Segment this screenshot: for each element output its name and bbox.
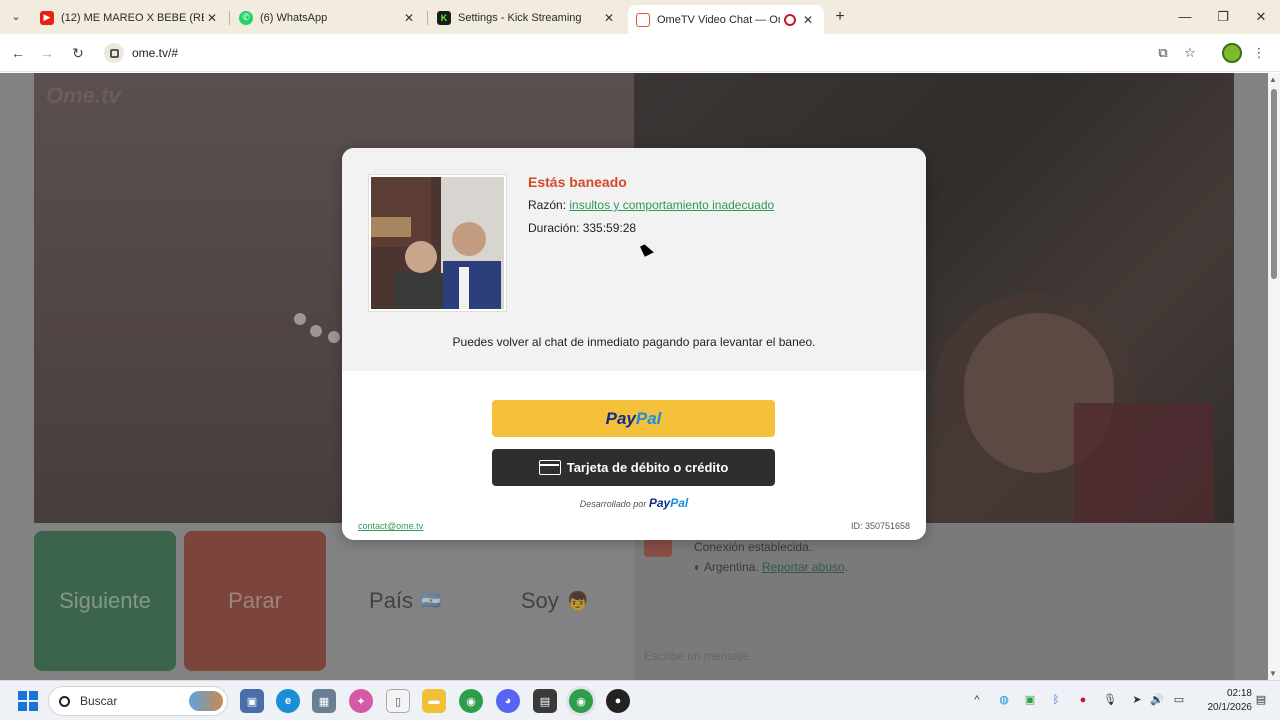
whatsapp-icon: ✆ bbox=[239, 10, 253, 25]
search-label: Buscar bbox=[80, 694, 118, 708]
ban-id: ID: 350751658 bbox=[850, 521, 910, 531]
profile-avatar[interactable] bbox=[1222, 43, 1242, 63]
search-highlight-icon bbox=[189, 691, 223, 711]
install-app-icon[interactable]: ⧉ bbox=[1152, 42, 1174, 64]
reason-link[interactable]: insultos y comportamiento inadecuado bbox=[569, 198, 774, 212]
search-icon bbox=[59, 695, 70, 707]
tab-ometv[interactable]: OmeTV Video Chat — Ome ✕ bbox=[628, 5, 824, 34]
ban-reason: Razón: insultos y comportamiento inadecu… bbox=[528, 198, 774, 212]
copilot-icon[interactable]: ✦ bbox=[349, 689, 373, 713]
nvidia-icon[interactable]: ▣ bbox=[1021, 691, 1039, 709]
edge-browser-icon[interactable]: e bbox=[276, 689, 300, 713]
chrome-icon[interactable]: ◉ bbox=[459, 689, 483, 713]
powered-by-text: Desarrollado por bbox=[579, 499, 647, 509]
tray-red-icon[interactable]: ● bbox=[1074, 691, 1092, 709]
forward-button[interactable]: → bbox=[36, 42, 58, 64]
powered-paypal-pay: Pay bbox=[648, 496, 671, 510]
tab-kick[interactable]: K Settings - Kick Streaming ✕ bbox=[429, 5, 625, 30]
tab-title: (6) WhatsApp bbox=[260, 11, 328, 24]
ban-duration: Duración: 335:59:28 bbox=[528, 221, 636, 235]
duration-label: Duración: bbox=[528, 221, 580, 235]
discord-icon[interactable]: ◕ bbox=[496, 689, 520, 713]
new-tab-button[interactable]: + bbox=[830, 7, 850, 27]
close-window-button[interactable]: ✕ bbox=[1242, 6, 1280, 28]
tab-title: OmeTV Video Chat — Ome bbox=[657, 13, 780, 26]
clock-date: 20/1/2026 bbox=[1207, 702, 1253, 713]
browser-toolbar: ← → ↻ ome.tv/# ⧉ ☆ ⋮ bbox=[0, 34, 1280, 72]
youtube-icon: ▶ bbox=[40, 10, 54, 25]
powered-paypal-pal: Pal bbox=[670, 496, 689, 510]
card-payment-button[interactable]: Tarjeta de débito o crédito bbox=[492, 449, 775, 486]
obs-capture-icon[interactable]: ▤ bbox=[533, 689, 557, 713]
contact-email-link[interactable]: contact@ome.tv bbox=[358, 521, 423, 531]
bookmark-star-icon[interactable]: ☆ bbox=[1179, 42, 1201, 64]
notepad-icon[interactable]: ▯ bbox=[386, 689, 410, 713]
tab-youtube[interactable]: ▶ (12) ME MAREO X BEBE (REMIX ✕ bbox=[32, 5, 228, 30]
close-tab-icon[interactable]: ✕ bbox=[800, 13, 816, 27]
windows-taskbar: Buscar ▣ e ▦ ✦ ▯ ▬ ◉ ◕ ▤ ◉ ● ^ ◍ ▣ ᛒ ● 🎙… bbox=[0, 680, 1280, 720]
kick-icon: K bbox=[437, 10, 451, 25]
clock-time: 02:18 bbox=[1226, 688, 1252, 699]
ban-modal: Estás baneado Razón: insultos y comporta… bbox=[342, 148, 926, 540]
file-explorer-icon[interactable]: ▬ bbox=[422, 689, 446, 713]
paypal-button[interactable]: Pay Pal bbox=[492, 400, 775, 437]
ometv-icon bbox=[636, 12, 650, 27]
tab-whatsapp[interactable]: ✆ (6) WhatsApp ✕ bbox=[231, 5, 425, 30]
bluetooth-icon[interactable]: ᛒ bbox=[1047, 691, 1065, 709]
back-button[interactable]: ← bbox=[7, 42, 29, 64]
powered-by-paypal: Desarrollado por PayPal bbox=[342, 496, 926, 510]
tab-divider bbox=[427, 11, 428, 25]
app-with-badge-icon[interactable]: ● bbox=[606, 689, 630, 713]
tab-title: Settings - Kick Streaming bbox=[458, 11, 582, 24]
tab-strip: ⌄ ▶ (12) ME MAREO X BEBE (REMIX ✕ ✆ (6) … bbox=[0, 0, 1280, 34]
scrollbar-thumb[interactable] bbox=[1271, 89, 1277, 279]
minimize-button[interactable]: — bbox=[1166, 6, 1204, 28]
battery-icon[interactable]: ▭ bbox=[1170, 691, 1188, 709]
url-text: ome.tv/# bbox=[132, 46, 179, 60]
notifications-icon[interactable]: ▤ bbox=[1252, 691, 1270, 709]
address-bar[interactable]: ome.tv/# bbox=[100, 40, 1140, 66]
maximize-button[interactable]: ❐ bbox=[1204, 6, 1242, 28]
taskbar-search[interactable]: Buscar bbox=[48, 686, 228, 716]
tray-overflow-icon[interactable]: ^ bbox=[968, 691, 986, 709]
microphone-icon[interactable]: 🎙 bbox=[1101, 691, 1119, 709]
credit-card-icon bbox=[538, 460, 561, 475]
card-button-label: Tarjeta de débito o crédito bbox=[566, 460, 729, 475]
ban-snapshot-image bbox=[369, 175, 506, 311]
tab-title: (12) ME MAREO X BEBE (REMIX bbox=[61, 11, 204, 24]
ban-info-section: Estás baneado Razón: insultos y comporta… bbox=[342, 148, 926, 371]
taskbar-clock[interactable]: 02:18 20/1/2026 bbox=[1194, 687, 1253, 715]
scroll-up-icon[interactable]: ▲ bbox=[1269, 75, 1277, 84]
paypal-logo-pay: Pay bbox=[605, 408, 636, 428]
scroll-down-icon[interactable]: ▼ bbox=[1269, 669, 1277, 678]
windows-start-icon[interactable] bbox=[18, 691, 38, 711]
ban-title: Estás baneado bbox=[528, 174, 627, 190]
unban-message: Puedes volver al chat de inmediato pagan… bbox=[452, 335, 816, 349]
paypal-logo-pal: Pal bbox=[635, 408, 662, 428]
close-tab-icon[interactable]: ✕ bbox=[204, 11, 220, 25]
menu-icon[interactable]: ⋮ bbox=[1248, 42, 1270, 64]
duration-value: 335:59:28 bbox=[582, 221, 637, 235]
location-icon[interactable]: ➤ bbox=[1128, 691, 1146, 709]
photos-app-icon[interactable]: ▣ bbox=[240, 689, 264, 713]
page-scrollbar[interactable]: ▲ ▼ bbox=[1268, 73, 1280, 680]
calculator-icon[interactable]: ▦ bbox=[312, 689, 336, 713]
volume-icon[interactable]: 🔊 bbox=[1148, 691, 1166, 709]
tab-divider bbox=[229, 11, 230, 25]
tab-search-chevron-icon[interactable]: ⌄ bbox=[6, 8, 26, 26]
chrome-active-icon[interactable]: ◉ bbox=[569, 689, 593, 713]
reason-label: Razón: bbox=[528, 198, 567, 212]
close-tab-icon[interactable]: ✕ bbox=[401, 11, 417, 25]
close-tab-icon[interactable]: ✕ bbox=[601, 11, 617, 25]
recording-icon bbox=[784, 13, 796, 26]
reload-button[interactable]: ↻ bbox=[67, 42, 89, 64]
tray-app-icon[interactable]: ◍ bbox=[995, 691, 1013, 709]
site-info-icon[interactable] bbox=[104, 43, 124, 63]
